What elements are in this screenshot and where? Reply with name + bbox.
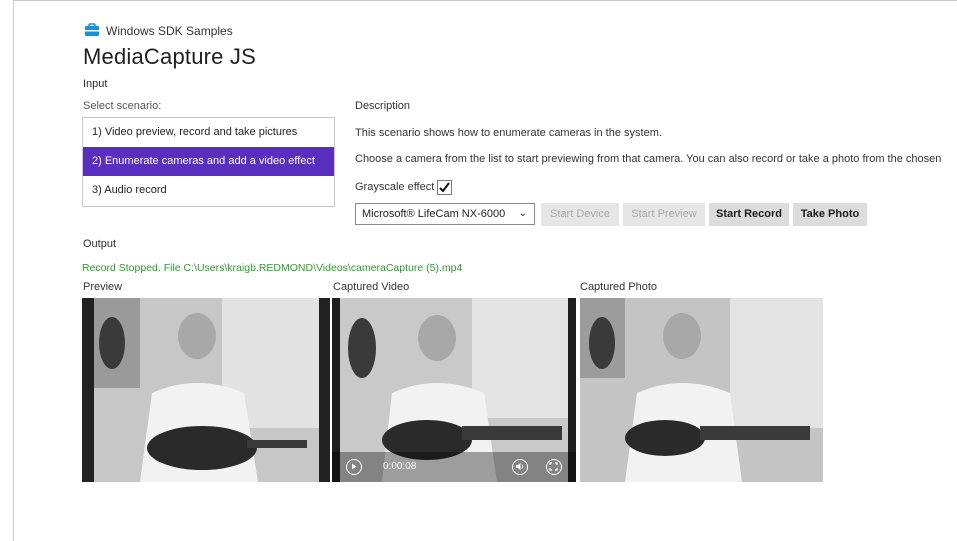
- scenario-item-1[interactable]: 1) Video preview, record and take pictur…: [83, 118, 334, 147]
- description-line-1: This scenario shows how to enumerate cam…: [355, 127, 662, 139]
- volume-icon[interactable]: [512, 459, 528, 475]
- play-icon[interactable]: [346, 459, 362, 475]
- description-label: Description: [355, 100, 411, 112]
- captured-video-label: Captured Video: [333, 281, 410, 293]
- camera-select[interactable]: Microsoft® LifeCam NX-6000 ⌄: [355, 203, 535, 225]
- input-section-label: Input: [83, 78, 108, 90]
- window-border-left: [13, 0, 14, 541]
- start-record-button[interactable]: Start Record: [709, 203, 789, 226]
- captured-photo-image: [580, 298, 823, 482]
- output-section-label: Output: [83, 238, 117, 250]
- scenario-list[interactable]: 1) Video preview, record and take pictur…: [82, 117, 335, 207]
- sdk-logo-icon: [84, 23, 100, 37]
- app-name: Windows SDK Samples: [106, 24, 233, 38]
- fullscreen-icon[interactable]: [546, 459, 562, 475]
- video-time: 0:00:08: [383, 461, 417, 472]
- captured-photo: [580, 298, 823, 482]
- status-message: Record Stopped. File C:\Users\kraigb.RED…: [82, 262, 463, 274]
- preview-video: [82, 298, 330, 482]
- window-border-top: [13, 0, 957, 1]
- start-device-button[interactable]: Start Device: [541, 203, 619, 226]
- captured-video-player[interactable]: 0:00:08: [332, 298, 576, 482]
- take-photo-button[interactable]: Take Photo: [793, 203, 867, 226]
- scenario-item-2[interactable]: 2) Enumerate cameras and add a video eff…: [83, 147, 334, 176]
- preview-label: Preview: [83, 281, 123, 293]
- page-title: MediaCapture JS: [83, 44, 256, 69]
- grayscale-label: Grayscale effect: [355, 181, 435, 193]
- video-controls-bar: [332, 452, 576, 482]
- captured-photo-label: Captured Photo: [580, 281, 658, 293]
- preview-image: [82, 298, 330, 482]
- grayscale-checkbox[interactable]: [437, 180, 452, 195]
- chevron-down-icon: ⌄: [518, 208, 527, 219]
- checkmark-icon: [439, 182, 450, 193]
- description-line-2: Choose a camera from the list to start p…: [355, 153, 942, 165]
- select-scenario-label: Select scenario:: [83, 100, 162, 112]
- scenario-item-3[interactable]: 3) Audio record: [83, 176, 334, 205]
- start-preview-button[interactable]: Start Preview: [623, 203, 705, 226]
- camera-select-value: Microsoft® LifeCam NX-6000: [362, 208, 506, 220]
